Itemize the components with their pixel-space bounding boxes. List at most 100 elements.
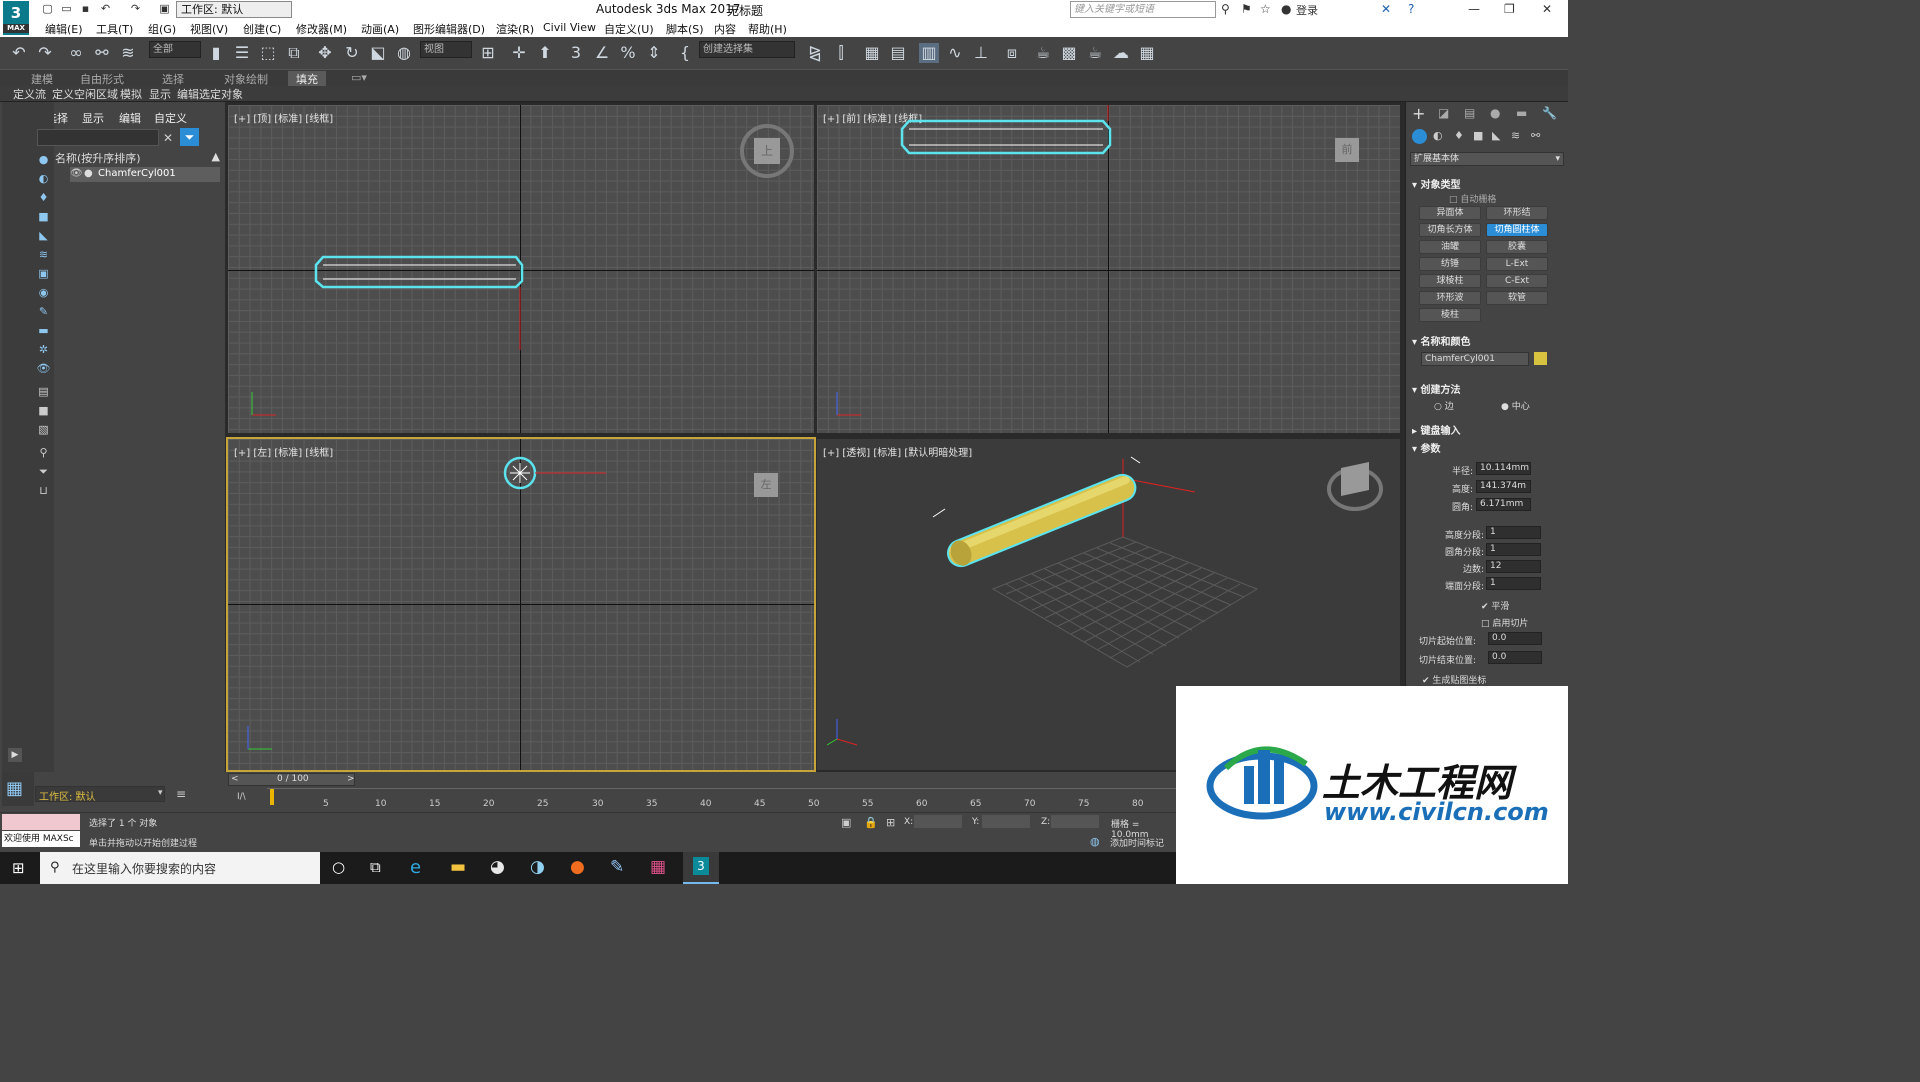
modify-tab-icon[interactable]: ◪: [1438, 106, 1449, 120]
display-tab-icon[interactable]: ▬: [1516, 106, 1527, 120]
redo-icon[interactable]: ↷: [35, 43, 55, 63]
percent-snap-icon[interactable]: %: [618, 43, 638, 63]
reference-coord-dropdown[interactable]: 视图: [420, 41, 472, 58]
ribbon-options-icon[interactable]: ▭▾: [351, 71, 367, 84]
top-object-svg[interactable]: [228, 105, 814, 433]
pivot-icon[interactable]: ⊞: [478, 43, 498, 63]
display-containers-icon[interactable]: ▬: [36, 323, 51, 338]
viewport-left[interactable]: [+] [左] [标准] [线框] 左: [226, 437, 816, 772]
btn-chamfer-box[interactable]: 切角长方体: [1419, 223, 1481, 237]
display-helpers-icon[interactable]: ◣: [36, 228, 51, 243]
menu-help[interactable]: 帮助(H): [748, 21, 787, 37]
mini-curve-icon[interactable]: I/\: [237, 792, 246, 802]
slice-to-spinner[interactable]: 0.0: [1488, 651, 1542, 664]
snap-3d-icon[interactable]: 3: [566, 43, 586, 63]
btn-c-ext[interactable]: C-Ext: [1486, 274, 1548, 288]
material-editor-icon[interactable]: ⧈: [1002, 43, 1022, 63]
redo-icon[interactable]: ↷: [128, 2, 143, 16]
align-icon[interactable]: ⫿: [831, 43, 851, 63]
object-name-field[interactable]: ChamferCyl001: [1421, 352, 1529, 366]
spinner-snap-icon[interactable]: ⇕: [644, 43, 664, 63]
named-selection-dropdown[interactable]: 创建选择集: [699, 41, 795, 58]
viewcube-top[interactable]: 上: [754, 138, 780, 164]
transform-mode-icon[interactable]: ⊞: [886, 816, 895, 829]
scene-row[interactable]: 👁 ● ChamferCyl001: [70, 167, 220, 182]
menu-create[interactable]: 创建(C): [243, 21, 281, 37]
firefox-icon[interactable]: ●: [570, 857, 585, 877]
viewcube-persp[interactable]: [1341, 462, 1369, 496]
btn-oiltank[interactable]: 油罐: [1419, 240, 1481, 254]
mirror-icon[interactable]: ⧎: [805, 43, 825, 63]
slice-from-spinner[interactable]: 0.0: [1488, 632, 1542, 645]
lock-icon[interactable]: 🔒: [864, 816, 878, 829]
save-icon[interactable]: ▪: [78, 2, 93, 16]
move-icon[interactable]: ✥: [315, 43, 335, 63]
height-segs-spinner[interactable]: 1: [1486, 526, 1541, 539]
open-file-icon[interactable]: ▭: [59, 2, 74, 16]
unlink-icon[interactable]: ⚯: [92, 43, 112, 63]
btn-spindle[interactable]: 纺锤: [1419, 257, 1481, 271]
radius-spinner[interactable]: 10.114mm: [1476, 462, 1531, 475]
sides-spinner[interactable]: 12: [1486, 560, 1541, 573]
spacewarps-icon[interactable]: ≋: [1511, 129, 1520, 142]
display-shapes-icon[interactable]: ◐: [36, 171, 51, 186]
filter-icon[interactable]: ⏷: [36, 464, 51, 479]
fillet-segs-spinner[interactable]: 1: [1486, 543, 1541, 556]
next-frame-icon[interactable]: >: [347, 774, 355, 784]
parameters-title[interactable]: ▾ 参数: [1412, 440, 1441, 455]
display-frozen-icon[interactable]: 👁: [36, 361, 51, 376]
left-object-svg[interactable]: [228, 439, 814, 770]
tab-selection[interactable]: 选择: [162, 71, 184, 87]
angle-snap-icon[interactable]: ∠: [592, 43, 612, 63]
select-object-icon[interactable]: ▮: [206, 43, 226, 63]
render-setup-icon[interactable]: ☕: [1033, 43, 1053, 63]
login-link[interactable]: 登录: [1296, 2, 1318, 18]
ribbon-edit-selected[interactable]: 编辑选定对象: [177, 86, 243, 102]
y-coord-field[interactable]: [982, 815, 1030, 828]
track-bar[interactable]: 5 10 15 20 25 30 35 40 45 50 55 60 65 70…: [267, 788, 1176, 809]
menu-tools[interactable]: 工具(T): [96, 21, 133, 37]
signin-icon[interactable]: ⚑: [1241, 2, 1252, 16]
place-icon[interactable]: ◍: [394, 43, 414, 63]
restore-button[interactable]: ❐: [1504, 2, 1515, 16]
taskbar-search[interactable]: ⚲ 在这里输入你要搜索的内容: [40, 852, 320, 884]
3dsmax-taskbar-button[interactable]: 3: [683, 852, 719, 884]
ribbon-define-flows[interactable]: 定义流: [13, 86, 46, 102]
new-file-icon[interactable]: ▢: [40, 2, 55, 16]
star-icon[interactable]: ☆: [1260, 2, 1271, 16]
ribbon-toggle-icon[interactable]: ▤: [888, 43, 908, 63]
photo-app-icon[interactable]: ▦: [650, 857, 666, 877]
viewcube-front[interactable]: 前: [1335, 138, 1359, 162]
isolate-icon[interactable]: ▣: [841, 816, 851, 829]
maxscript-listener[interactable]: [2, 814, 80, 830]
file-explorer-icon[interactable]: ▬: [450, 857, 466, 877]
btn-hedra[interactable]: 异面体: [1419, 206, 1481, 220]
btn-l-ext[interactable]: L-Ext: [1486, 257, 1548, 271]
creation-method-title[interactable]: ▾ 创建方法: [1412, 381, 1461, 396]
scene-tab-edit[interactable]: 编辑: [119, 110, 141, 126]
manipulate-icon[interactable]: ✛: [509, 43, 529, 63]
prev-frame-icon[interactable]: <: [231, 774, 239, 784]
keyboard-entry-title[interactable]: ▸ 键盘输入: [1412, 422, 1461, 437]
x-coord-field[interactable]: [914, 815, 962, 828]
display-cameras-icon[interactable]: ■: [36, 209, 51, 224]
method-edge-radio[interactable]: ○ 边: [1434, 399, 1454, 412]
maxscript-mini-listener[interactable]: 欢迎使用 MAXSc: [2, 831, 80, 847]
time-slider[interactable]: < 0 / 100 >: [228, 773, 355, 786]
menu-content[interactable]: 内容: [714, 21, 736, 37]
category-dropdown[interactable]: 扩展基本体 ▾: [1410, 152, 1564, 166]
display-all-icon[interactable]: ▤: [36, 384, 51, 399]
project-folder-icon[interactable]: ▣: [157, 2, 172, 16]
lights-icon[interactable]: ♦: [1454, 129, 1464, 142]
bind-spacewarp-icon[interactable]: ≋: [118, 43, 138, 63]
menu-edit[interactable]: 编辑(E): [45, 21, 83, 37]
sync-icon[interactable]: ⊔: [36, 483, 51, 498]
binoculars-icon[interactable]: ⚲: [1221, 2, 1230, 16]
tab-freeform[interactable]: 自由形式: [80, 71, 124, 87]
time-tag-icon[interactable]: ◍: [1090, 835, 1100, 848]
cameras-icon[interactable]: ■: [1473, 129, 1483, 142]
window-crossing-icon[interactable]: ⧉: [284, 43, 304, 63]
menu-civil-view[interactable]: Civil View: [543, 21, 596, 34]
menu-modifiers[interactable]: 修改器(M): [296, 21, 347, 37]
geometry-icon[interactable]: [1412, 129, 1427, 144]
